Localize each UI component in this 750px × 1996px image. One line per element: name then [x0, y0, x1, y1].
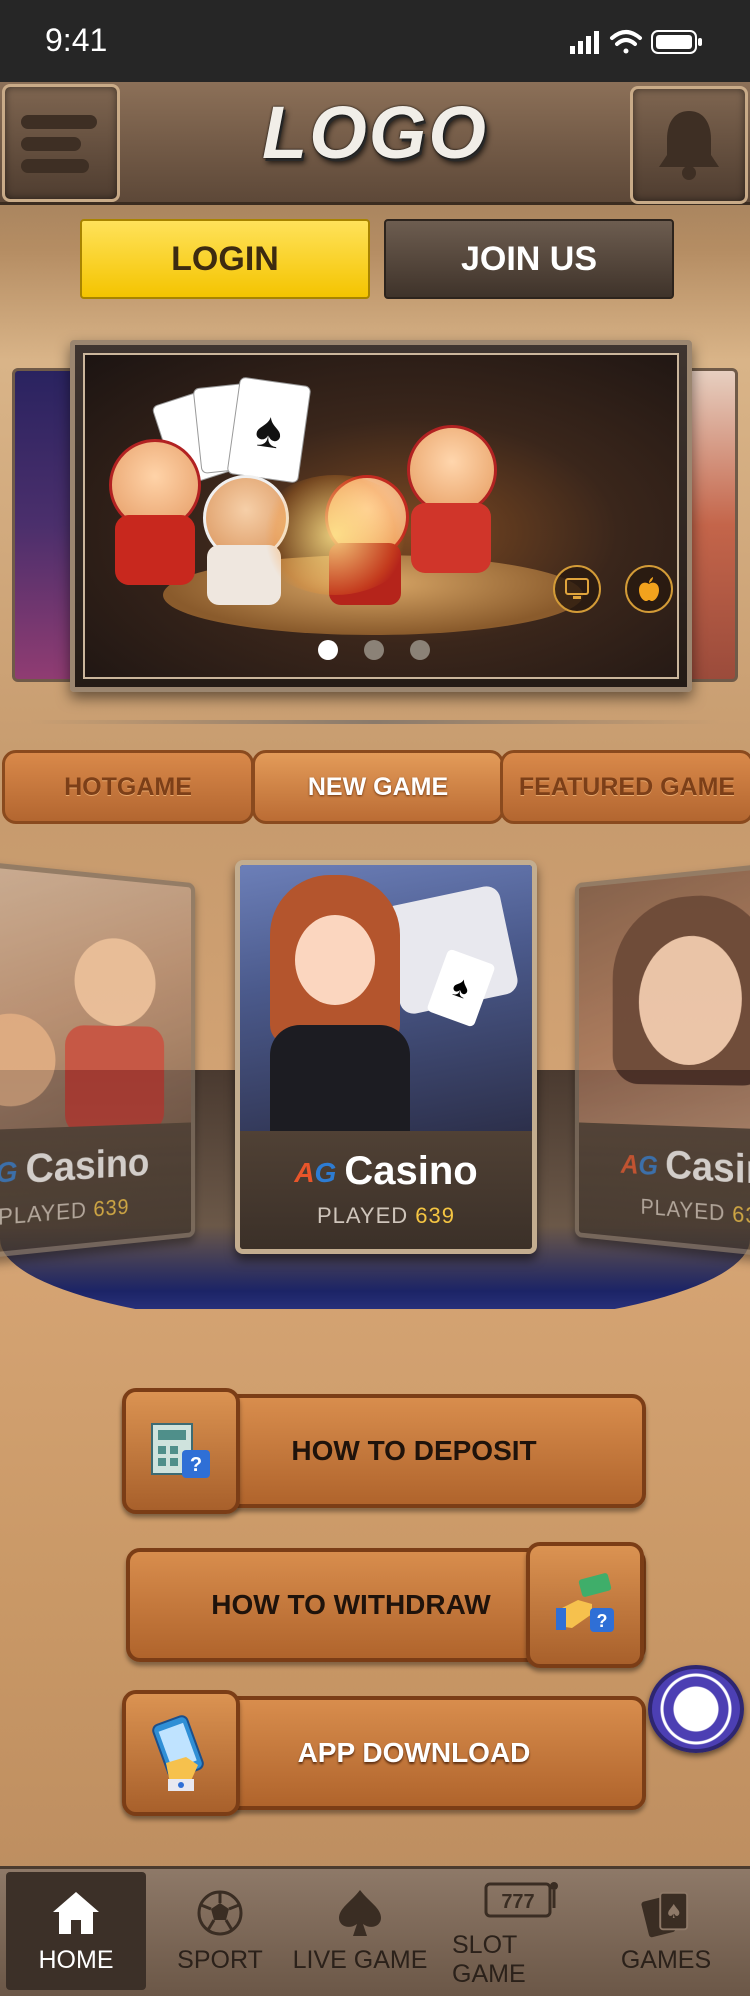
game-card-played: PLAYED 639 [0, 1194, 130, 1231]
svg-text:♠: ♠ [665, 1899, 682, 1922]
nav-label: GAMES [620, 1945, 712, 1974]
character-body-art [411, 503, 491, 573]
soccer-ball-icon [195, 1888, 245, 1938]
nav-label: LIVE GAME [292, 1945, 428, 1974]
game-card[interactable]: AGCasino PLAYED 639 [574, 854, 750, 1266]
signal-icon [570, 31, 599, 54]
playing-cards-icon: ♠ [641, 1888, 691, 1938]
tab-featured-game[interactable]: FEATURED GAME [500, 750, 750, 824]
character-art [407, 425, 497, 515]
glow-art [255, 475, 415, 595]
nav-label: SLOT GAME [452, 1931, 526, 1988]
game-card-artwork [0, 860, 192, 1141]
tab-hotgame[interactable]: HOTGAME [2, 750, 254, 824]
poker-chip-icon[interactable] [648, 1665, 744, 1753]
monitor-icon [565, 578, 589, 599]
game-card-artwork [578, 860, 750, 1141]
svg-text:777: 777 [501, 1891, 534, 1913]
nav-item-home[interactable]: HOME [6, 1872, 146, 1990]
nav-item-slot-game[interactable]: 777 SLOT GAME [452, 1872, 592, 1990]
apple-icon [639, 577, 659, 601]
ag-logo: AG [294, 1157, 337, 1189]
app-download-label: APP DOWNLOAD [297, 1737, 531, 1768]
nav-item-games[interactable]: ♠ GAMES [596, 1872, 736, 1990]
logo: LOGO [262, 91, 488, 174]
cash-hand-icon: ? [556, 1573, 614, 1632]
notification-button[interactable] [630, 86, 748, 204]
deposit-icon-box[interactable]: ? [122, 1388, 240, 1514]
bell-icon [659, 111, 719, 180]
desktop-download-button[interactable] [553, 565, 601, 613]
join-us-button[interactable]: JOIN US [384, 219, 674, 299]
game-card-played: PLAYED 639 [640, 1194, 750, 1231]
status-time: 9:41 [45, 22, 108, 58]
game-card-footer: AGCasino PLAYED 639 [240, 1131, 532, 1249]
home-icon [51, 1888, 101, 1938]
carousel-dot[interactable] [364, 640, 384, 660]
character-body-art [115, 515, 195, 585]
carousel-dot[interactable] [318, 640, 338, 660]
game-card-artwork: ♠ [240, 865, 532, 1135]
status-icons [570, 28, 710, 58]
status-bar: 9:41 [0, 0, 750, 82]
svg-text:?: ? [190, 1454, 202, 1476]
how-to-deposit-label: HOW TO DEPOSIT [291, 1435, 537, 1466]
game-card[interactable]: AGCasino PLAYED 639 [0, 854, 196, 1266]
menu-icon [21, 115, 97, 173]
download-icon-box[interactable] [122, 1690, 240, 1816]
game-card-played: PLAYED 639 [316, 1203, 456, 1228]
how-to-withdraw-label: HOW TO WITHDRAW [211, 1589, 491, 1620]
ios-download-button[interactable] [625, 565, 673, 613]
carousel-dot[interactable] [410, 640, 430, 660]
battery-icon [651, 30, 702, 54]
game-card[interactable]: ♠ AG Casino PLAYED 639 [235, 860, 537, 1254]
menu-button[interactable] [2, 84, 120, 202]
tab-new-game[interactable]: NEW GAME [252, 750, 504, 824]
nav-label: SPORT [177, 1945, 263, 1974]
nav-label: HOME [38, 1945, 114, 1974]
ag-logo: AG [620, 1149, 658, 1182]
carousel-dots [318, 640, 430, 660]
phone-download-icon [152, 1715, 204, 1791]
atm-icon: ? [151, 1423, 210, 1478]
spade-icon [335, 1888, 385, 1938]
banner-artwork: ♠ [83, 353, 679, 679]
slot-machine-icon: 777 [482, 1873, 562, 1923]
nav-item-sport[interactable]: SPORT [150, 1872, 290, 1990]
wifi-icon [610, 30, 642, 54]
game-card-footer: AGCasino PLAYED 639 [578, 1122, 750, 1260]
login-button[interactable]: LOGIN [80, 219, 370, 299]
withdraw-icon-box[interactable]: ? [526, 1542, 644, 1668]
game-card-title: AGCasino [294, 1149, 478, 1193]
ag-logo: AG [0, 1155, 18, 1190]
game-card-footer: AGCasino PLAYED 639 [0, 1122, 192, 1260]
nav-item-live-game[interactable]: LIVE GAME [290, 1872, 430, 1990]
divider [30, 720, 720, 724]
spade-card-art: ♠ [226, 376, 312, 484]
svg-text:?: ? [597, 1611, 608, 1631]
